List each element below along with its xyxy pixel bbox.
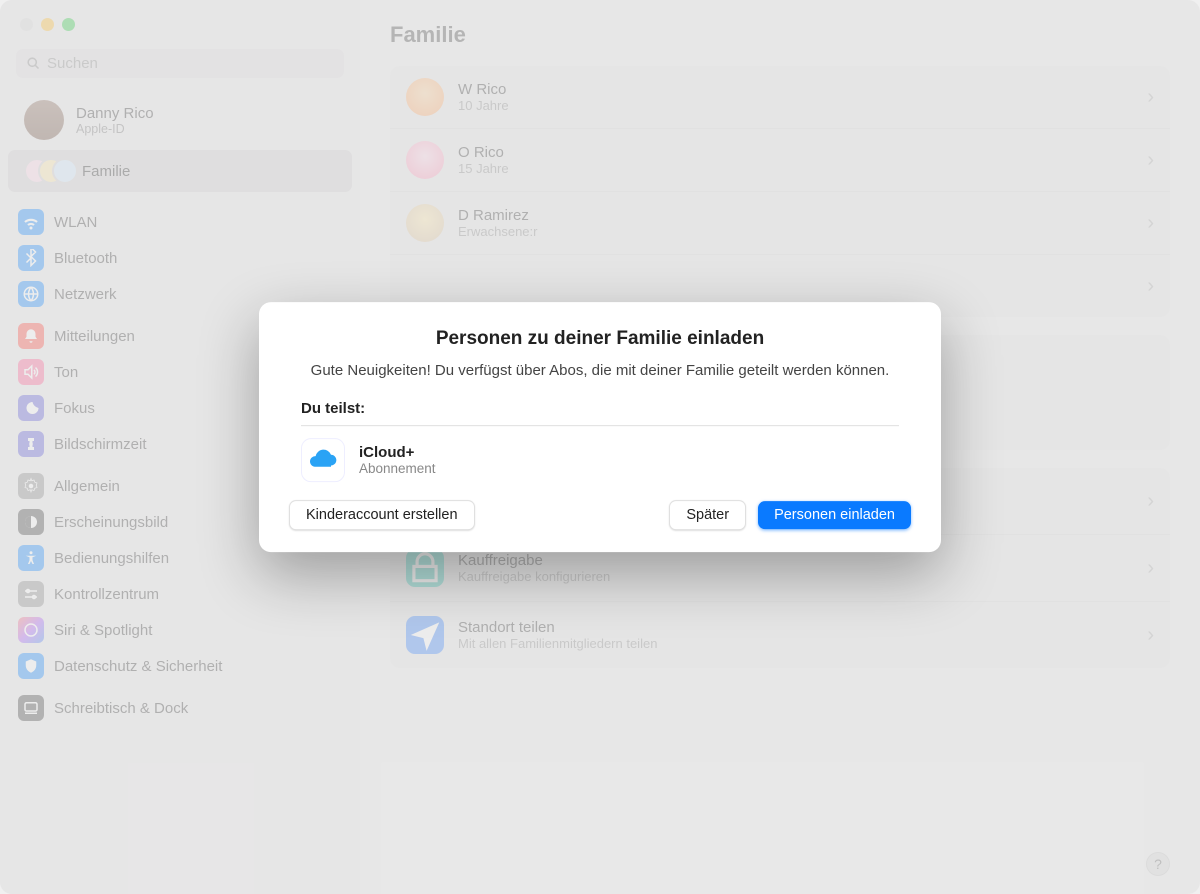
dialog-message: Gute Neuigkeiten! Du verfügst über Abos,… (289, 360, 911, 382)
divider (301, 425, 899, 426)
shared-subscription-row: iCloud+ Abonnement (289, 436, 911, 500)
share-name: iCloud+ (359, 444, 436, 461)
share-sub: Abonnement (359, 461, 436, 476)
dialog-title: Personen zu deiner Familie einladen (289, 328, 911, 350)
later-button[interactable]: Später (669, 500, 746, 530)
create-child-account-button[interactable]: Kinderaccount erstellen (289, 500, 475, 530)
icloud-icon (301, 438, 345, 482)
invite-dialog: Personen zu deiner Familie einladen Gute… (259, 302, 941, 552)
dialog-buttons: Kinderaccount erstellen Später Personen … (289, 500, 911, 530)
settings-window: Suchen Danny Rico Apple-ID Familie WLAN (0, 0, 1200, 894)
dialog-section-label: Du teilst: (289, 400, 911, 425)
invite-people-button[interactable]: Personen einladen (758, 501, 911, 529)
